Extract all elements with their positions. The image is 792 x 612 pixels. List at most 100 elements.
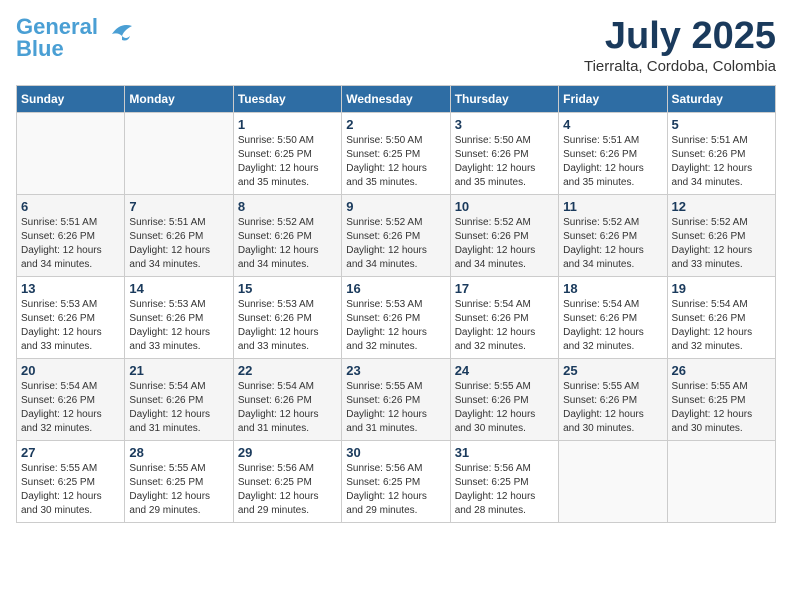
calendar-cell: 19Sunrise: 5:54 AM Sunset: 6:26 PM Dayli… [667, 276, 775, 358]
day-info: Sunrise: 5:51 AM Sunset: 6:26 PM Dayligh… [672, 134, 771, 190]
day-info: Sunrise: 5:55 AM Sunset: 6:26 PM Dayligh… [346, 380, 445, 436]
day-number: 3 [455, 117, 554, 132]
day-number: 24 [455, 363, 554, 378]
calendar-cell: 9Sunrise: 5:52 AM Sunset: 6:26 PM Daylig… [342, 194, 450, 276]
calendar-cell: 27Sunrise: 5:55 AM Sunset: 6:25 PM Dayli… [17, 440, 125, 522]
day-info: Sunrise: 5:54 AM Sunset: 6:26 PM Dayligh… [129, 380, 228, 436]
day-info: Sunrise: 5:53 AM Sunset: 6:26 PM Dayligh… [238, 298, 337, 354]
location: Tierralta, Cordoba, Colombia [584, 58, 776, 75]
page-header: General Blue July 2025 Tierralta, Cordob… [16, 16, 776, 75]
day-info: Sunrise: 5:55 AM Sunset: 6:25 PM Dayligh… [672, 380, 771, 436]
calendar-week-row: 6 Sunrise: 5:51 AM Sunset: 6:26 PM Daylig… [17, 194, 776, 276]
day-number: 23 [346, 363, 445, 378]
calendar-cell: 17 Sunrise: 5:54 AM Sunset: 6:26 PM Dayli… [450, 276, 558, 358]
logo: General Blue [16, 16, 140, 60]
calendar-cell: 4 Sunrise: 5:51 AM Sunset: 6:26 PM Daylig… [559, 112, 667, 194]
day-number: 16 [346, 281, 445, 296]
day-number: 4 [563, 117, 662, 132]
calendar-cell: 3 Sunrise: 5:50 AM Sunset: 6:26 PM Daylig… [450, 112, 558, 194]
title-block: July 2025 Tierralta, Cordoba, Colombia [584, 16, 776, 75]
day-info: Sunrise: 5:53 AM Sunset: 6:26 PM Dayligh… [346, 298, 445, 354]
weekday-header: Saturday [667, 85, 775, 112]
calendar-cell: 5 Sunrise: 5:51 AM Sunset: 6:26 PM Daylig… [667, 112, 775, 194]
day-number: 5 [672, 117, 771, 132]
day-number: 25 [563, 363, 662, 378]
day-info: Sunrise: 5:53 AM Sunset: 6:26 PM Dayligh… [129, 298, 228, 354]
weekday-header: Wednesday [342, 85, 450, 112]
day-number: 2 [346, 117, 445, 132]
day-info: Sunrise: 5:56 AM Sunset: 6:25 PM Dayligh… [238, 462, 337, 518]
day-info: Sunrise: 5:51 AM Sunset: 6:26 PM Dayligh… [21, 216, 120, 272]
day-number: 13 [21, 281, 120, 296]
calendar-cell: 8 Sunrise: 5:52 AM Sunset: 6:26 PM Daylig… [233, 194, 341, 276]
day-number: 17 [455, 281, 554, 296]
day-info: Sunrise: 5:50 AM Sunset: 6:26 PM Dayligh… [455, 134, 554, 190]
calendar-cell: 11 Sunrise: 5:52 AM Sunset: 6:26 PM Dayli… [559, 194, 667, 276]
day-number: 27 [21, 445, 120, 460]
calendar-cell: 24 Sunrise: 5:55 AM Sunset: 6:26 PM Dayli… [450, 358, 558, 440]
day-info: Sunrise: 5:52 AM Sunset: 6:26 PM Dayligh… [238, 216, 337, 272]
day-number: 14 [129, 281, 228, 296]
month-title: July 2025 [584, 16, 776, 58]
day-number: 12 [672, 199, 771, 214]
calendar-cell: 16 Sunrise: 5:53 AM Sunset: 6:26 PM Dayli… [342, 276, 450, 358]
weekday-header: Monday [125, 85, 233, 112]
day-number: 18 [563, 281, 662, 296]
day-info: Sunrise: 5:50 AM Sunset: 6:25 PM Dayligh… [238, 134, 337, 190]
day-number: 28 [129, 445, 228, 460]
day-info: Sunrise: 5:50 AM Sunset: 6:25 PM Dayligh… [346, 134, 445, 190]
calendar-cell: 20Sunrise: 5:54 AM Sunset: 6:26 PM Dayli… [17, 358, 125, 440]
day-info: Sunrise: 5:52 AM Sunset: 6:26 PM Dayligh… [563, 216, 662, 272]
day-number: 7 [129, 199, 228, 214]
weekday-header: Friday [559, 85, 667, 112]
day-number: 11 [563, 199, 662, 214]
day-number: 6 [21, 199, 120, 214]
day-info: Sunrise: 5:52 AM Sunset: 6:26 PM Dayligh… [672, 216, 771, 272]
day-number: 1 [238, 117, 337, 132]
calendar-cell: 1 Sunrise: 5:50 AM Sunset: 6:25 PM Daylig… [233, 112, 341, 194]
weekday-header: Sunday [17, 85, 125, 112]
day-number: 21 [129, 363, 228, 378]
day-number: 22 [238, 363, 337, 378]
day-info: Sunrise: 5:56 AM Sunset: 6:25 PM Dayligh… [346, 462, 445, 518]
calendar-cell: 28 Sunrise: 5:55 AM Sunset: 6:25 PM Dayli… [125, 440, 233, 522]
day-info: Sunrise: 5:55 AM Sunset: 6:25 PM Dayligh… [129, 462, 228, 518]
day-number: 26 [672, 363, 771, 378]
day-number: 20 [21, 363, 120, 378]
calendar-cell: 31Sunrise: 5:56 AM Sunset: 6:25 PM Dayli… [450, 440, 558, 522]
day-number: 31 [455, 445, 554, 460]
day-info: Sunrise: 5:54 AM Sunset: 6:26 PM Dayligh… [563, 298, 662, 354]
day-info: Sunrise: 5:54 AM Sunset: 6:26 PM Dayligh… [238, 380, 337, 436]
day-info: Sunrise: 5:51 AM Sunset: 6:26 PM Dayligh… [129, 216, 228, 272]
calendar-week-row: 20 Sunrise: 5:54 AM Sunset: 6:26 PM Dayli… [17, 358, 776, 440]
calendar-cell [559, 440, 667, 522]
calendar-cell: 6 Sunrise: 5:51 AM Sunset: 6:26 PM Daylig… [17, 194, 125, 276]
calendar-cell: 2 Sunrise: 5:50 AM Sunset: 6:25 PM Daylig… [342, 112, 450, 194]
calendar-cell: 10Sunrise: 5:52 AM Sunset: 6:26 PM Dayli… [450, 194, 558, 276]
day-info: Sunrise: 5:53 AM Sunset: 6:26 PM Dayligh… [21, 298, 120, 354]
day-number: 29 [238, 445, 337, 460]
calendar-cell: 7 Sunrise: 5:51 AM Sunset: 6:26 PM Daylig… [125, 194, 233, 276]
logo-text: General Blue [16, 16, 98, 60]
day-info: Sunrise: 5:55 AM Sunset: 6:26 PM Dayligh… [455, 380, 554, 436]
calendar-cell: 12 Sunrise: 5:52 AM Sunset: 6:26 PM Dayli… [667, 194, 775, 276]
day-info: Sunrise: 5:52 AM Sunset: 6:26 PM Dayligh… [455, 216, 554, 272]
calendar-cell [667, 440, 775, 522]
logo-bird-icon [102, 18, 140, 50]
calendar-cell: 29 Sunrise: 5:56 AM Sunset: 6:25 PM Dayli… [233, 440, 341, 522]
calendar-cell: 13 Sunrise: 5:53 AM Sunset: 6:26 PM Dayli… [17, 276, 125, 358]
weekday-header-row: SundayMondayTuesdayWednesdayThursdayFrid… [17, 85, 776, 112]
calendar-week-row: 13 Sunrise: 5:53 AM Sunset: 6:26 PM Dayli… [17, 276, 776, 358]
calendar-cell: 18 Sunrise: 5:54 AM Sunset: 6:26 PM Dayli… [559, 276, 667, 358]
day-number: 8 [238, 199, 337, 214]
day-info: Sunrise: 5:55 AM Sunset: 6:26 PM Dayligh… [563, 380, 662, 436]
calendar-cell: 30Sunrise: 5:56 AM Sunset: 6:25 PM Dayli… [342, 440, 450, 522]
calendar-week-row: 1 Sunrise: 5:50 AM Sunset: 6:25 PM Daylig… [17, 112, 776, 194]
calendar-cell: 25 Sunrise: 5:55 AM Sunset: 6:26 PM Dayli… [559, 358, 667, 440]
day-number: 19 [672, 281, 771, 296]
calendar-week-row: 27 Sunrise: 5:55 AM Sunset: 6:25 PM Dayli… [17, 440, 776, 522]
calendar-cell: 23 Sunrise: 5:55 AM Sunset: 6:26 PM Dayli… [342, 358, 450, 440]
day-number: 9 [346, 199, 445, 214]
day-info: Sunrise: 5:54 AM Sunset: 6:26 PM Dayligh… [455, 298, 554, 354]
day-info: Sunrise: 5:51 AM Sunset: 6:26 PM Dayligh… [563, 134, 662, 190]
